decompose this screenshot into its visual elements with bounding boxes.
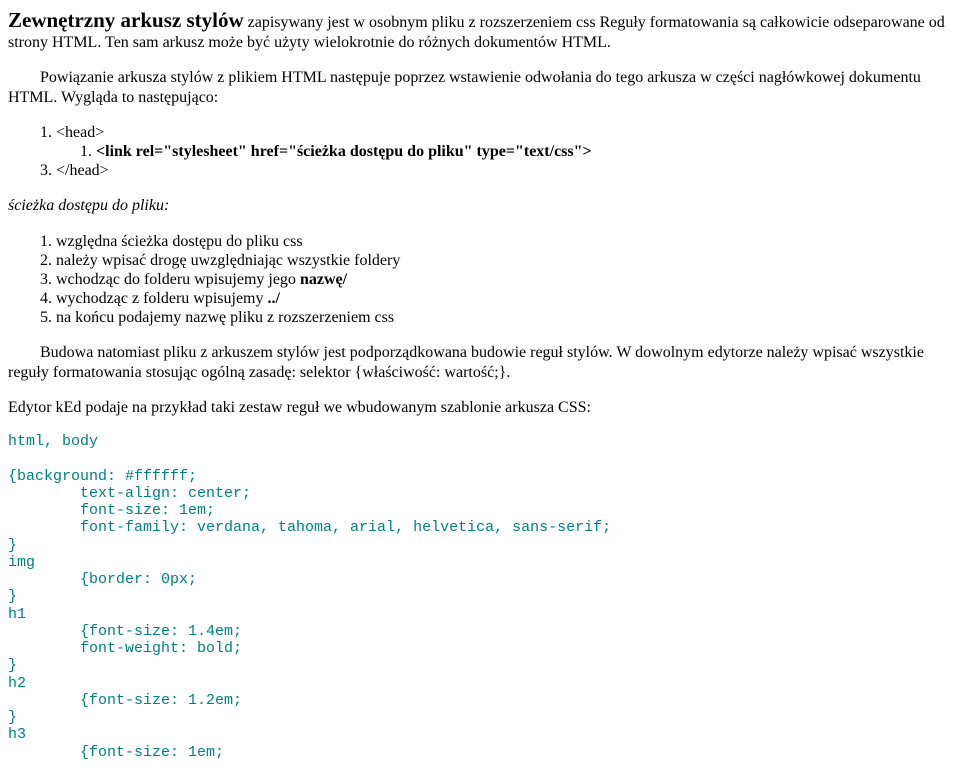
paragraph-build: Budowa natomiast pliku z arkuszem stylów… — [8, 343, 952, 381]
list-item: wchodząc do folderu wpisujemy jego nazwę… — [56, 270, 952, 289]
list-item: </head> — [56, 161, 952, 180]
css-code-block: html, body {background: #ffffff; text-al… — [8, 433, 952, 761]
list-item: <head> <link rel="stylesheet" href="ście… — [56, 123, 952, 161]
text: wychodząc z folderu wpisujemy — [56, 290, 267, 307]
path-list: względna ścieżka dostępu do pliku css na… — [8, 232, 952, 328]
list-item: na końcu podajemy nazwę pliku z rozszerz… — [56, 308, 952, 327]
text-bold: nazwę/ — [300, 271, 347, 288]
text: wchodząc do folderu wpisujemy jego — [56, 271, 300, 288]
list-item: wychodząc z folderu wpisujemy ../ — [56, 289, 952, 308]
code-bold: <link rel="stylesheet" href="ścieżka dos… — [96, 143, 592, 160]
inner-list: <link rel="stylesheet" href="ścieżka dos… — [56, 142, 952, 161]
paragraph-editor: Edytor kEd podaje na przykład taki zesta… — [8, 398, 952, 417]
paragraph-pathlabel: ścieżka dostępu do pliku: — [8, 196, 952, 215]
paragraph-linkinfo: Powiązanie arkusza stylów z plikiem HTML… — [8, 68, 952, 106]
list-item: względna ścieżka dostępu do pliku css — [56, 232, 952, 251]
code-text: </head> — [56, 162, 109, 179]
heading-title: Zewnętrzny arkusz stylów — [8, 8, 244, 32]
paragraph-intro: Zewnętrzny arkusz stylów zapisywany jest… — [8, 8, 952, 52]
list-item: należy wpisać drogę uwzględniając wszyst… — [56, 251, 952, 270]
list-item: <link rel="stylesheet" href="ścieżka dos… — [96, 142, 952, 161]
code-list-1: <head> <link rel="stylesheet" href="ście… — [8, 123, 952, 181]
code-text: <head> — [56, 124, 104, 141]
text-bold: ../ — [267, 290, 279, 307]
